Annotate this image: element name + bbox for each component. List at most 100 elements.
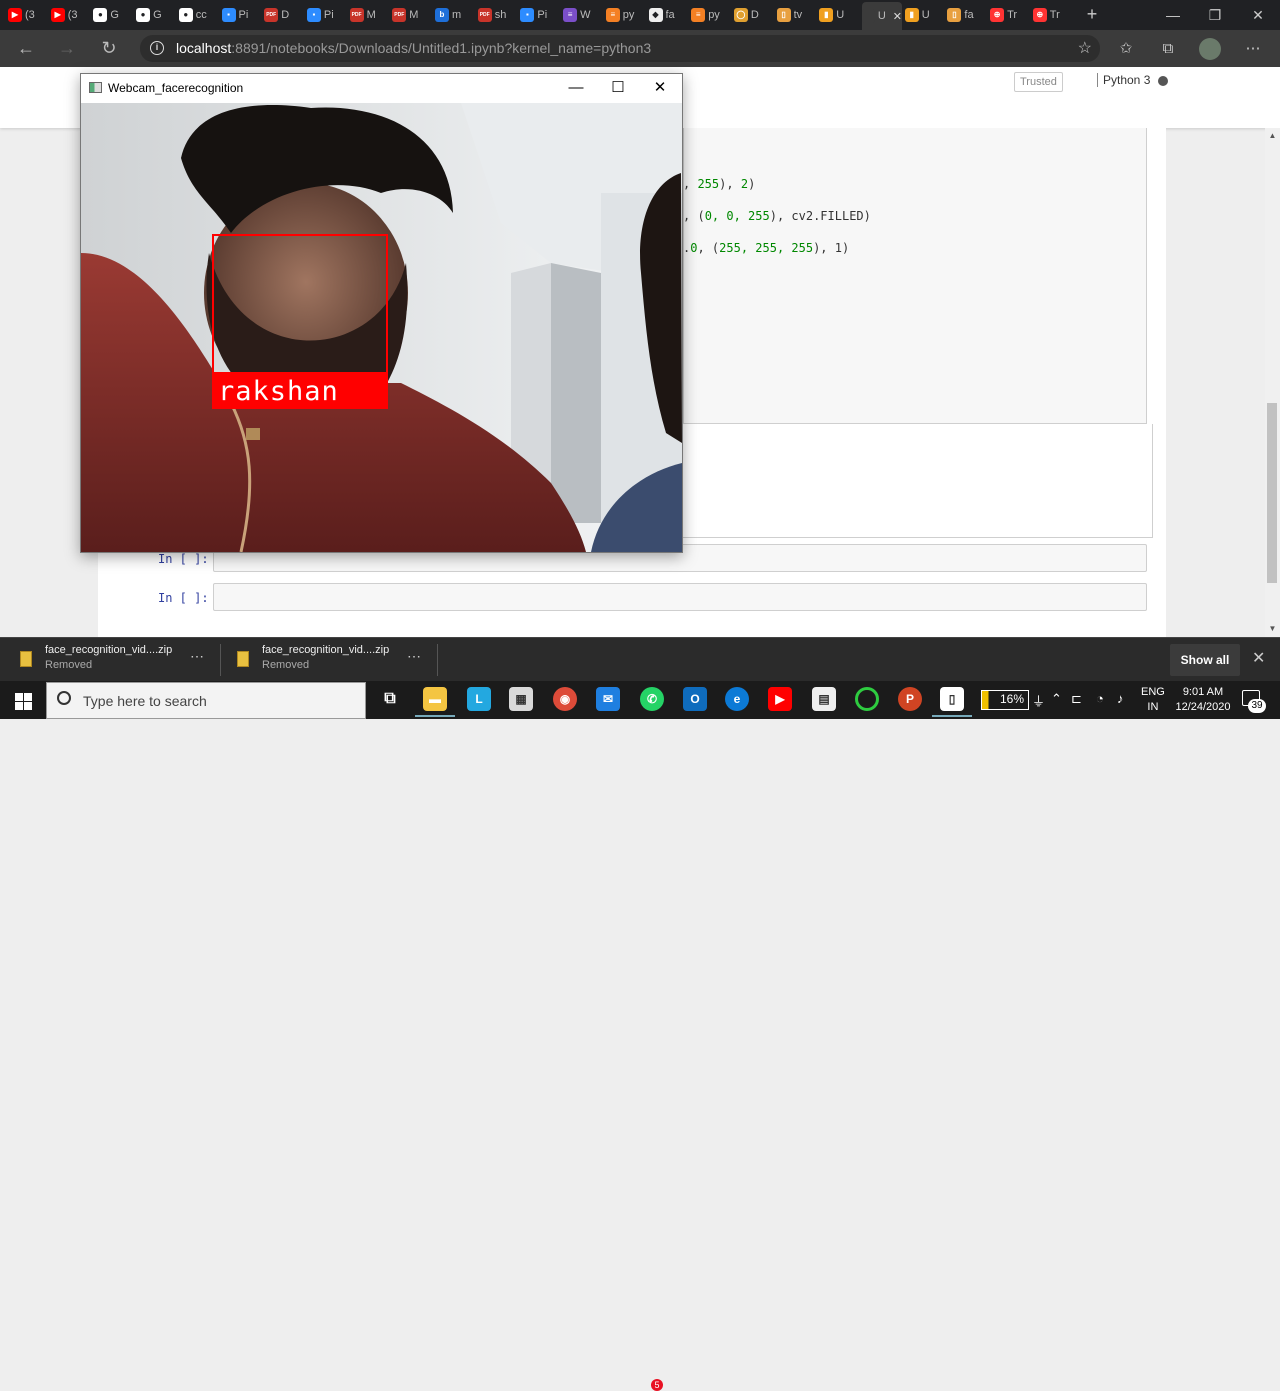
browser-tab[interactable]: ● G bbox=[136, 4, 176, 26]
browser-tab-label: fa bbox=[665, 9, 675, 21]
power-plug-icon[interactable]: ⏚ bbox=[1032, 691, 1045, 710]
browser-tab[interactable]: ▮ U bbox=[904, 4, 945, 26]
browser-toolbar: ← → ↻ i localhost:8891/notebooks/Downloa… bbox=[0, 30, 1280, 67]
browser-tab-label: Pi bbox=[238, 9, 249, 21]
mail-icon[interactable]: ✉ bbox=[596, 687, 620, 711]
address-bar[interactable]: i localhost:8891/notebooks/Downloads/Unt… bbox=[140, 35, 1100, 62]
browser-tab[interactable]: ≡ W bbox=[563, 4, 603, 26]
browser-tab[interactable]: PDF M bbox=[349, 4, 390, 26]
volume-icon[interactable]: ♪ bbox=[1117, 691, 1124, 706]
browser-tab[interactable]: ▪ Pi bbox=[520, 4, 560, 26]
webcam-titlebar[interactable]: Webcam_facerecognition — ☐ ✕ bbox=[81, 74, 682, 103]
browser-tab-label: (3 bbox=[25, 9, 35, 21]
youtube-icon: ▶ bbox=[8, 8, 22, 22]
minimize-window-button[interactable]: — bbox=[1153, 0, 1193, 30]
close-tab-icon[interactable]: ✕ bbox=[893, 10, 902, 23]
browser-tab-label: tv bbox=[793, 9, 803, 21]
show-hidden-icons-chevron-icon[interactable]: ⌃ bbox=[1051, 691, 1062, 707]
chrome-icon[interactable]: ◉ bbox=[553, 687, 577, 711]
new-tab-button[interactable]: + bbox=[1083, 4, 1101, 26]
close-window-button[interactable]: ✕ bbox=[1238, 0, 1278, 30]
kernel-name[interactable]: Python 3 bbox=[1097, 73, 1150, 87]
notepad-icon[interactable]: ▯ bbox=[932, 687, 972, 717]
task-view-icon[interactable]: ⧉ bbox=[378, 687, 402, 711]
browser-tab[interactable]: ≡ py bbox=[605, 4, 646, 26]
file-explorer-icon[interactable]: ▬ bbox=[415, 687, 455, 717]
browser-tab[interactable]: bm bbox=[435, 4, 475, 26]
browser-tab[interactable]: ▶ (3 bbox=[8, 4, 48, 26]
browser-tab[interactable]: ≡ py bbox=[691, 4, 731, 26]
code-cell-source[interactable]: , 255), 2) , (0, 0, 255), cv2.FILLED) .0… bbox=[683, 177, 871, 273]
download-filename[interactable]: face_recognition_vid....zip bbox=[45, 644, 172, 656]
minimize-button[interactable]: — bbox=[554, 74, 598, 103]
powerpoint-icon[interactable]: P bbox=[898, 687, 922, 711]
github-icon: ● bbox=[178, 8, 193, 22]
browser-tab[interactable]: PDF D bbox=[264, 4, 304, 26]
browser-tab[interactable]: ● G bbox=[93, 4, 133, 26]
profile-avatar[interactable] bbox=[1199, 38, 1221, 60]
browser-tab[interactable]: ◆ fa bbox=[648, 4, 689, 26]
favorites-icon[interactable]: ✩ bbox=[1115, 38, 1137, 60]
favorite-star-icon[interactable]: ☆ bbox=[1078, 38, 1092, 58]
webcam-window[interactable]: Webcam_facerecognition — ☐ ✕ rakshan bbox=[80, 73, 683, 553]
forward-button[interactable]: → bbox=[54, 36, 80, 62]
browser-tab[interactable]: ▯ fa bbox=[947, 4, 987, 26]
input-language[interactable]: ENG IN bbox=[1141, 685, 1165, 715]
network-adapter-icon[interactable]: ⊏ bbox=[1071, 691, 1082, 707]
browser-tab[interactable]: U ✕ bbox=[862, 2, 902, 30]
youtube-icon[interactable]: ▶ bbox=[768, 687, 792, 711]
scrollbar-thumb[interactable] bbox=[1267, 403, 1277, 583]
browser-tab[interactable]: ⊕ Tr bbox=[990, 4, 1030, 26]
browser-tab[interactable]: ● cc bbox=[178, 4, 219, 26]
close-button[interactable]: ✕ bbox=[638, 74, 682, 103]
browser-tab-label: (3 bbox=[67, 9, 78, 21]
document-app-icon[interactable]: ▤ bbox=[812, 687, 836, 711]
outlook-icon[interactable]: O bbox=[683, 687, 707, 711]
more-options-icon[interactable]: ⋯ bbox=[407, 648, 421, 665]
whatsapp-icon[interactable]: ✆ bbox=[640, 687, 664, 711]
divider bbox=[437, 644, 438, 676]
page-scrollbar[interactable]: ▲ ▼ bbox=[1265, 128, 1280, 637]
search-placeholder[interactable]: Type here to search bbox=[83, 693, 207, 709]
store-icon[interactable]: ▦ bbox=[509, 687, 533, 711]
browser-tab[interactable]: ▮ U bbox=[819, 4, 859, 26]
edge-icon[interactable]: e bbox=[725, 687, 749, 711]
browser-tab-label: cc bbox=[195, 9, 207, 21]
lens-app-icon[interactable]: L bbox=[467, 687, 491, 711]
clock[interactable]: 9:01 AM 12/24/2020 bbox=[1172, 685, 1234, 715]
region-code: IN bbox=[1147, 701, 1159, 713]
scroll-down-arrow-icon[interactable]: ▼ bbox=[1265, 624, 1280, 633]
back-button[interactable]: ← bbox=[13, 36, 39, 62]
collections-icon[interactable]: ⧉ bbox=[1157, 38, 1179, 60]
browser-tab[interactable]: PDF M bbox=[392, 4, 432, 26]
show-all-button[interactable]: Show all bbox=[1170, 644, 1240, 676]
browser-tab[interactable]: ◯ D bbox=[733, 4, 774, 26]
battery-indicator[interactable]: 16% bbox=[981, 690, 1029, 710]
browser-tab[interactable]: ▶ (3 bbox=[50, 4, 91, 26]
trusted-indicator[interactable]: Trusted bbox=[1014, 72, 1063, 92]
wifi-icon[interactable]: ◔ bbox=[1096, 691, 1104, 706]
refresh-button[interactable]: ↻ bbox=[96, 36, 122, 62]
browser-tab[interactable]: PDF sh bbox=[477, 4, 518, 26]
more-options-icon[interactable]: ⋯ bbox=[190, 648, 204, 665]
empty-code-cell[interactable] bbox=[213, 583, 1147, 611]
settings-more-icon[interactable]: ⋯ bbox=[1242, 38, 1264, 60]
browser-tab[interactable]: ⊕ Tr bbox=[1032, 4, 1073, 26]
code-line-1: , 255), 2) bbox=[683, 177, 756, 191]
taskbar-search-box[interactable]: Type here to search bbox=[46, 682, 366, 719]
browser-tab[interactable]: ▯ tv bbox=[776, 4, 817, 26]
download-filename[interactable]: face_recognition_vid....zip bbox=[262, 644, 389, 656]
window-app-icon bbox=[89, 82, 102, 93]
url-text[interactable]: localhost:8891/notebooks/Downloads/Untit… bbox=[176, 40, 651, 56]
site-info-icon[interactable]: i bbox=[150, 41, 164, 55]
browser-tab[interactable]: ▪ Pi bbox=[221, 4, 262, 26]
maximize-button[interactable]: ☐ bbox=[596, 74, 640, 103]
code-cell[interactable] bbox=[683, 128, 1147, 424]
browser-tab[interactable]: ▪ Pi bbox=[306, 4, 347, 26]
start-button[interactable] bbox=[0, 681, 46, 719]
progress-app-icon[interactable] bbox=[855, 687, 879, 711]
zoom-icon: ▪ bbox=[221, 8, 236, 22]
restore-window-button[interactable]: ❐ bbox=[1195, 0, 1235, 30]
scroll-up-arrow-icon[interactable]: ▲ bbox=[1265, 131, 1280, 140]
close-icon[interactable]: ✕ bbox=[1252, 648, 1265, 668]
